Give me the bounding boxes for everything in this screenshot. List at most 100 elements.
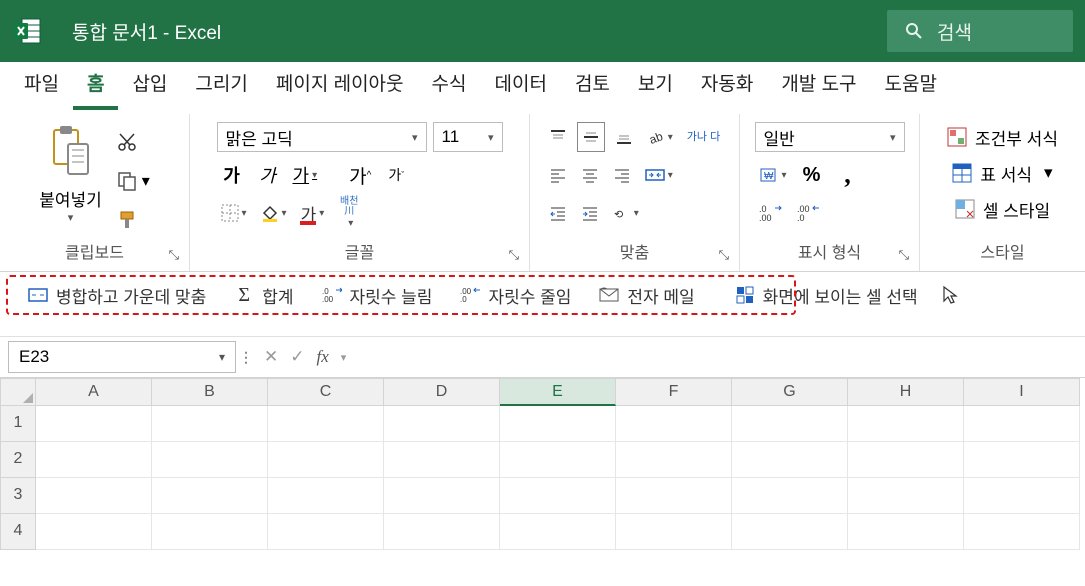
cell[interactable] [848, 478, 964, 514]
col-header-a[interactable]: A [36, 378, 152, 406]
cell[interactable] [152, 514, 268, 550]
col-header-b[interactable]: B [152, 378, 268, 406]
row-header-2[interactable]: 2 [0, 442, 36, 478]
chevron-down-icon[interactable]: ▾ [341, 351, 347, 364]
qat-email-button[interactable]: 전자 메일 [585, 277, 708, 313]
align-dialog-launcher-icon[interactable]: ⤡ [719, 247, 729, 263]
font-size-combo[interactable]: 11▾ [433, 122, 503, 152]
clipboard-dialog-launcher-icon[interactable]: ⤡ [169, 247, 179, 263]
font-name-combo[interactable]: 맑은 고딕▾ [217, 122, 427, 152]
align-bottom-button[interactable] [611, 122, 637, 152]
cell[interactable] [616, 514, 732, 550]
increase-indent-button[interactable] [577, 198, 603, 228]
cell[interactable] [36, 442, 152, 478]
tab-formulas[interactable]: 수식 [418, 59, 481, 110]
align-left-button[interactable] [545, 160, 571, 190]
table-format-button[interactable]: 표 서식▾ [943, 158, 1062, 188]
cell[interactable] [384, 514, 500, 550]
tab-data[interactable]: 데이터 [480, 59, 560, 110]
row-header-3[interactable]: 3 [0, 478, 36, 514]
tab-page-layout[interactable]: 페이지 레이아웃 [262, 59, 418, 110]
italic-button[interactable]: 가 [253, 160, 283, 190]
tab-home[interactable]: 홈 [73, 59, 118, 110]
font-dialog-launcher-icon[interactable]: ⤡ [509, 247, 519, 263]
col-header-c[interactable]: C [268, 378, 384, 406]
row-header-1[interactable]: 1 [0, 406, 36, 442]
cell[interactable] [616, 442, 732, 478]
underline-button[interactable]: 가▾ [289, 160, 322, 190]
cell[interactable] [152, 442, 268, 478]
cell[interactable] [36, 478, 152, 514]
font-color-button[interactable]: 가 ▾ [297, 198, 329, 228]
cell[interactable] [500, 478, 616, 514]
cell[interactable] [732, 406, 848, 442]
cell[interactable] [732, 514, 848, 550]
accept-formula-button[interactable]: ✓ [290, 347, 304, 367]
tab-developer[interactable]: 개발 도구 [767, 59, 870, 110]
shrink-font-button[interactable]: 가ˇ [381, 160, 411, 190]
tab-automate[interactable]: 자동화 [687, 59, 767, 110]
cell[interactable] [732, 478, 848, 514]
cell[interactable] [152, 406, 268, 442]
fill-color-button[interactable]: ▾ [257, 198, 291, 228]
rotate-button[interactable]: ⟲▾ [609, 198, 643, 228]
tab-draw[interactable]: 그리기 [181, 59, 261, 110]
cell[interactable] [268, 442, 384, 478]
insert-function-button[interactable]: fx [317, 347, 329, 367]
formula-input[interactable] [354, 343, 1085, 371]
cell[interactable] [36, 406, 152, 442]
percent-button[interactable]: % [797, 160, 827, 190]
col-header-f[interactable]: F [616, 378, 732, 406]
cell[interactable] [268, 406, 384, 442]
format-painter-button[interactable] [116, 207, 150, 233]
cell[interactable] [964, 406, 1080, 442]
tab-help[interactable]: 도움말 [871, 59, 951, 110]
borders-button[interactable]: ▾ [217, 198, 251, 228]
tab-file[interactable]: 파일 [10, 59, 73, 110]
paste-button[interactable] [45, 122, 95, 180]
cell[interactable] [152, 478, 268, 514]
paste-dropdown-icon[interactable]: ▾ [68, 211, 74, 224]
wrap-text-button[interactable]: 가나 다 [683, 122, 724, 152]
align-top-button[interactable] [545, 122, 571, 152]
bold-button[interactable]: 가 [217, 160, 247, 190]
search-box[interactable]: 검색 [887, 10, 1073, 52]
accounting-format-button[interactable]: ₩ ▾ [755, 160, 791, 190]
col-header-g[interactable]: G [732, 378, 848, 406]
cell[interactable] [964, 478, 1080, 514]
col-header-d[interactable]: D [384, 378, 500, 406]
cell[interactable] [384, 478, 500, 514]
cell[interactable] [500, 406, 616, 442]
copy-button[interactable]: ▾ [116, 168, 150, 194]
cell[interactable] [848, 514, 964, 550]
cell[interactable] [36, 514, 152, 550]
col-header-h[interactable]: H [848, 378, 964, 406]
cell[interactable] [616, 406, 732, 442]
cell-styles-button[interactable]: 셀 스타일 [943, 194, 1062, 224]
col-header-i[interactable]: I [964, 378, 1080, 406]
phonetic-button[interactable]: 배천 川 ▾ [334, 198, 364, 228]
select-all-button[interactable] [0, 378, 36, 406]
conditional-format-button[interactable]: 조건부 서식 [943, 122, 1062, 152]
cell[interactable] [732, 442, 848, 478]
cell[interactable] [848, 406, 964, 442]
cell[interactable] [964, 514, 1080, 550]
qat-decrease-decimal-button[interactable]: .00.0 자릿수 줄임 [446, 277, 585, 313]
cell[interactable] [616, 478, 732, 514]
qat-select-visible-button[interactable]: 화면에 보이는 셀 선택 [721, 277, 932, 313]
number-format-combo[interactable]: 일반▾ [755, 122, 905, 152]
qat-cursor-button[interactable] [932, 277, 968, 313]
number-dialog-launcher-icon[interactable]: ⤡ [899, 247, 909, 263]
decrease-decimal-button[interactable]: .00.0 [793, 198, 825, 228]
cancel-formula-button[interactable]: ✕ [264, 347, 278, 367]
qat-sum-button[interactable]: Σ 합계 [220, 277, 307, 313]
comma-button[interactable]: , [833, 160, 863, 190]
cell[interactable] [500, 514, 616, 550]
tab-view[interactable]: 보기 [624, 59, 687, 110]
grow-font-button[interactable]: 가^ [345, 160, 375, 190]
col-header-e[interactable]: E [500, 378, 616, 406]
cell[interactable] [964, 442, 1080, 478]
increase-decimal-button[interactable]: .0.00 [755, 198, 787, 228]
qat-increase-decimal-button[interactable]: .0.00 자릿수 늘림 [308, 277, 447, 313]
cell[interactable] [848, 442, 964, 478]
